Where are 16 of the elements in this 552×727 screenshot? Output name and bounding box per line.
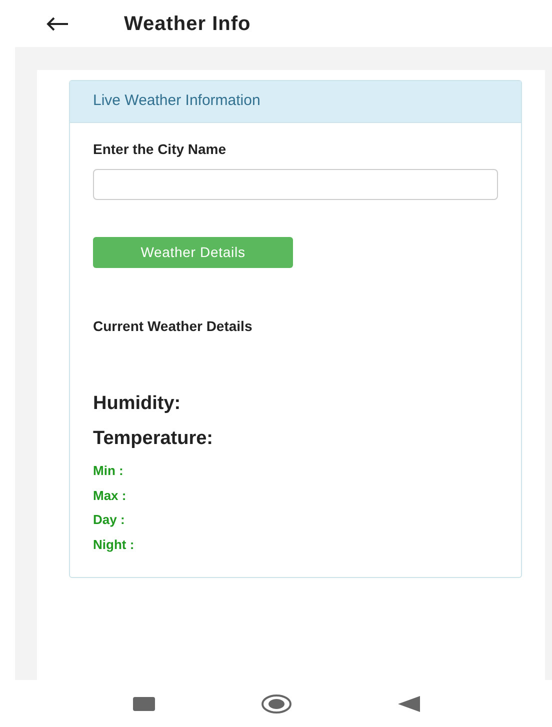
square-nav-icon[interactable] xyxy=(132,696,154,710)
temperature-row-label: Night : xyxy=(93,536,136,554)
home-nav-icon[interactable] xyxy=(260,694,292,714)
section-title: Current Weather Details xyxy=(93,317,254,336)
back-arrow-icon xyxy=(45,16,69,32)
back-nav-icon[interactable] xyxy=(398,696,420,712)
temperature-row-label: Min : xyxy=(93,462,124,480)
temperature-row-label: Day : xyxy=(93,511,126,529)
page-title: Weather Info xyxy=(124,12,251,36)
weather-details-button[interactable]: Weather Details xyxy=(93,237,293,268)
city-label: Enter the City Name xyxy=(93,140,228,159)
card-heading: Live Weather Information xyxy=(93,91,260,112)
temperature-row-label: Max : xyxy=(93,486,128,504)
city-input-field[interactable] xyxy=(93,169,498,200)
humidity-label: Humidity: xyxy=(93,392,182,416)
temperature-label: Temperature: xyxy=(93,426,214,450)
